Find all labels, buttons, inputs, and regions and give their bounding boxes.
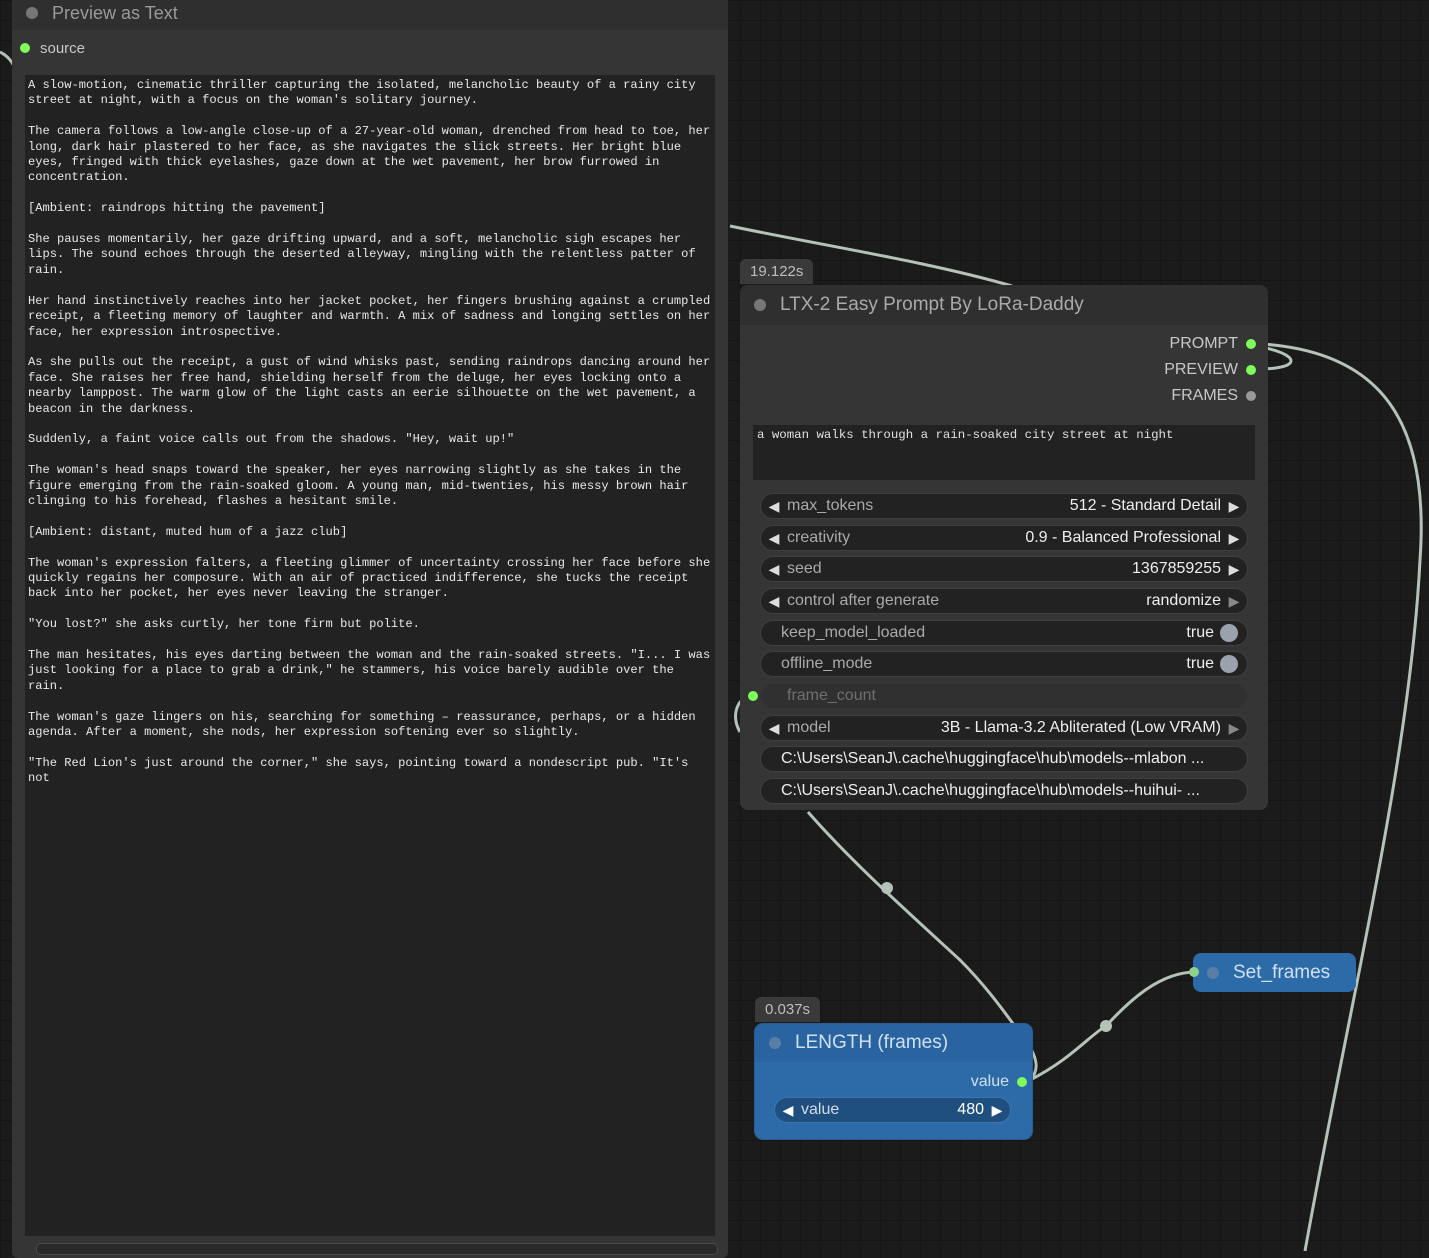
model-path-2-field[interactable]: C:\Users\SeanJ\.cache\huggingface\hub\mo… bbox=[760, 778, 1248, 804]
ltx-easy-prompt-node[interactable]: LTX-2 Easy Prompt By LoRa-Daddy PROMPT P… bbox=[740, 285, 1268, 810]
increment-arrow-icon[interactable]: ▶ bbox=[1221, 561, 1247, 578]
output-frames[interactable]: FRAMES bbox=[1171, 387, 1256, 405]
widget-value: true bbox=[1186, 624, 1214, 641]
node-collapse-dot[interactable] bbox=[769, 1037, 781, 1049]
widget-value: 512 - Standard Detail bbox=[1069, 497, 1221, 514]
source-input-slot[interactable] bbox=[20, 43, 30, 53]
widget-name: creativity bbox=[787, 529, 851, 546]
node-collapse-dot[interactable] bbox=[1207, 966, 1219, 979]
wire-reroute-dot bbox=[1100, 1020, 1112, 1032]
length-time-badge: 0.037s bbox=[755, 997, 821, 1022]
widget-name: keep_model_loaded bbox=[781, 624, 926, 641]
ltx-time-badge: 19.122s bbox=[740, 259, 814, 284]
decrement-arrow-icon[interactable]: ◀ bbox=[761, 720, 787, 737]
set-frames-node[interactable]: Set_frames bbox=[1189, 953, 1356, 992]
length-output[interactable]: value bbox=[971, 1073, 1027, 1091]
length-node-titlebar[interactable]: LENGTH (frames) bbox=[755, 1024, 1032, 1062]
output-preview-label: PREVIEW bbox=[1164, 361, 1238, 378]
output-frames-slot[interactable] bbox=[1246, 391, 1256, 401]
set-frames-input-slot[interactable] bbox=[1189, 967, 1199, 977]
creativity-widget[interactable]: ◀ creativity 0.9 - Balanced Professional… bbox=[760, 525, 1248, 551]
frame-count-input[interactable]: frame_count bbox=[760, 683, 1248, 709]
widget-name: offline_mode bbox=[781, 655, 873, 672]
widget-value: 1367859255 bbox=[1132, 560, 1221, 577]
wire-prompt-out bbox=[1261, 342, 1423, 1251]
prompt-textarea[interactable]: a woman walks through a rain-soaked city… bbox=[753, 425, 1255, 480]
seed-widget[interactable]: ◀ seed 1367859255 ▶ bbox=[760, 556, 1248, 582]
widget-value: C:\Users\SeanJ\.cache\huggingface\hub\mo… bbox=[781, 782, 1200, 799]
widget-name: max_tokens bbox=[787, 497, 874, 514]
decrement-arrow-icon[interactable]: ◀ bbox=[775, 1102, 801, 1119]
node-collapse-dot[interactable] bbox=[754, 299, 766, 311]
control-after-generate-widget[interactable]: ◀ control after generate randomize ▶ bbox=[760, 588, 1248, 614]
ltx-node-titlebar[interactable]: LTX-2 Easy Prompt By LoRa-Daddy bbox=[740, 285, 1268, 325]
set-frames-title: Set_frames bbox=[1233, 961, 1331, 983]
source-input-label: source bbox=[40, 39, 86, 57]
source-input-row[interactable]: source bbox=[20, 36, 85, 60]
widget-value: 480 bbox=[957, 1101, 984, 1118]
length-value-widget[interactable]: ◀ value 480 ▶ bbox=[774, 1097, 1011, 1123]
widget-name: control after generate bbox=[787, 592, 940, 609]
widget-value: true bbox=[1186, 655, 1214, 672]
widget-name: frame_count bbox=[787, 687, 876, 704]
output-preview[interactable]: PREVIEW bbox=[1164, 361, 1256, 379]
length-frames-node[interactable]: LENGTH (frames) value ◀ value 480 ▶ bbox=[755, 1024, 1032, 1139]
preview-as-text-node[interactable]: Preview as Text source A slow-motion, ci… bbox=[12, 0, 728, 1258]
output-prompt-label: PROMPT bbox=[1169, 335, 1238, 352]
max-tokens-widget[interactable]: ◀ max_tokens 512 - Standard Detail ▶ bbox=[760, 493, 1248, 519]
widget-value: 0.9 - Balanced Professional bbox=[1025, 529, 1221, 546]
preview-scrollbar[interactable] bbox=[36, 1243, 718, 1255]
widget-value: randomize bbox=[1146, 592, 1221, 609]
decrement-arrow-icon[interactable]: ◀ bbox=[761, 530, 787, 547]
output-preview-slot[interactable] bbox=[1246, 365, 1256, 375]
model-widget[interactable]: ◀ model 3B - Llama-3.2 Abliterated (Low … bbox=[760, 715, 1248, 741]
offline-mode-toggle[interactable]: offline_mode true bbox=[760, 651, 1248, 677]
widget-name: model bbox=[787, 719, 831, 736]
keep-model-loaded-toggle[interactable]: keep_model_loaded true bbox=[760, 620, 1248, 646]
increment-arrow-icon[interactable]: ▶ bbox=[984, 1102, 1010, 1119]
toggle-knob-icon[interactable] bbox=[1220, 655, 1238, 673]
decrement-arrow-icon[interactable]: ◀ bbox=[761, 498, 787, 515]
length-output-label: value bbox=[970, 1073, 1009, 1090]
decrement-arrow-icon[interactable]: ◀ bbox=[761, 593, 787, 610]
increment-arrow-icon[interactable]: ▶ bbox=[1221, 720, 1247, 737]
preview-text-area[interactable]: A slow-motion, cinematic thriller captur… bbox=[25, 75, 715, 1236]
preview-node-titlebar[interactable]: Preview as Text bbox=[12, 0, 728, 30]
increment-arrow-icon[interactable]: ▶ bbox=[1221, 530, 1247, 547]
ltx-node-title: LTX-2 Easy Prompt By LoRa-Daddy bbox=[780, 294, 1084, 315]
increment-arrow-icon[interactable]: ▶ bbox=[1221, 498, 1247, 515]
output-frames-label: FRAMES bbox=[1171, 387, 1238, 404]
output-prompt-slot[interactable] bbox=[1246, 339, 1256, 349]
preview-node-title: Preview as Text bbox=[52, 2, 178, 23]
frame-count-input-slot[interactable] bbox=[748, 691, 758, 701]
widget-value: 3B - Llama-3.2 Abliterated (Low VRAM) bbox=[940, 719, 1221, 736]
widget-value: C:\Users\SeanJ\.cache\huggingface\hub\mo… bbox=[781, 750, 1205, 767]
decrement-arrow-icon[interactable]: ◀ bbox=[761, 561, 787, 578]
output-prompt[interactable]: PROMPT bbox=[1170, 335, 1256, 353]
widget-name: value bbox=[801, 1101, 840, 1118]
length-output-slot[interactable] bbox=[1017, 1077, 1027, 1087]
length-node-title: LENGTH (frames) bbox=[795, 1032, 949, 1053]
model-path-1-field[interactable]: C:\Users\SeanJ\.cache\huggingface\hub\mo… bbox=[760, 746, 1248, 772]
wire-length-out bbox=[1029, 970, 1197, 1082]
wire-reroute-dot bbox=[881, 882, 893, 894]
node-collapse-dot[interactable] bbox=[26, 7, 38, 19]
widget-name: seed bbox=[787, 560, 822, 577]
increment-arrow-icon[interactable]: ▶ bbox=[1221, 593, 1247, 610]
toggle-knob-icon[interactable] bbox=[1220, 624, 1238, 642]
